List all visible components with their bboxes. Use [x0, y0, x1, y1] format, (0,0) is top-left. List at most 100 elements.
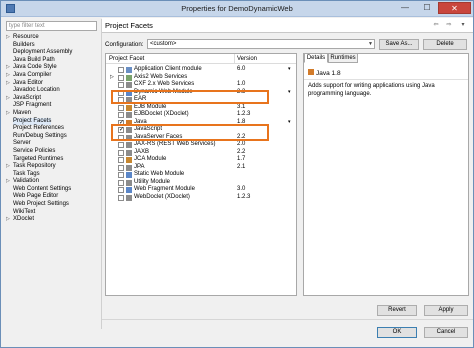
facet-version[interactable]: 3.1	[237, 104, 245, 112]
tree-item[interactable]: WikiText	[6, 209, 98, 217]
tree-item[interactable]: Builders	[6, 42, 98, 50]
expand-arrow-icon[interactable]: ▷	[6, 95, 13, 103]
chevron-down-icon[interactable]: ▾	[288, 89, 291, 97]
facet-row[interactable]: CXF 2.x Web Services 1.0	[106, 81, 296, 89]
col-version[interactable]: Version	[237, 56, 257, 62]
delete-button[interactable]: Delete	[423, 39, 467, 50]
facet-version[interactable]: 3.0	[237, 186, 245, 194]
tree-item[interactable]: Targeted Runtimes	[6, 156, 98, 164]
expand-arrow-icon[interactable]: ▷	[6, 216, 13, 224]
facet-version[interactable]: 1.7	[237, 156, 245, 164]
tree-item[interactable]: ▷ XDoclet	[6, 216, 98, 224]
tree-item[interactable]: Deployment Assembly	[6, 49, 98, 57]
facet-checkbox[interactable]	[118, 194, 124, 201]
chevron-down-icon[interactable]: ▾	[288, 66, 291, 74]
facet-checkbox[interactable]	[118, 187, 124, 193]
facet-row[interactable]: ▷ Axis2 Web Services	[106, 74, 296, 82]
facet-row[interactable]: JPA 2.1	[106, 164, 296, 172]
facet-row[interactable]: JAXB 2.2	[106, 149, 296, 157]
cancel-button[interactable]: Cancel	[424, 327, 468, 338]
tree-item[interactable]: Java Build Path	[6, 57, 98, 65]
facet-row[interactable]: Application Client module 6.0 ▾	[106, 66, 296, 74]
facet-checkbox[interactable]	[118, 67, 124, 73]
facet-row[interactable]: Utility Module	[106, 179, 296, 187]
details-panel: Details Runtimes Java 1.8 Adds support f…	[303, 53, 469, 296]
revert-button[interactable]: Revert	[377, 305, 417, 316]
facet-row[interactable]: JCA Module 1.7	[106, 156, 296, 164]
facet-checkbox[interactable]	[118, 172, 124, 178]
facet-checkbox[interactable]	[118, 74, 124, 81]
facet-checkbox[interactable]	[118, 149, 124, 156]
tab-runtimes[interactable]: Runtimes	[328, 53, 358, 63]
tree-item[interactable]: ▷ Resource	[6, 34, 98, 42]
expand-arrow-icon[interactable]: ▷	[110, 74, 114, 82]
tree-item[interactable]: Task Tags	[6, 171, 98, 179]
expand-arrow-icon[interactable]: ▷	[6, 64, 13, 72]
configuration-select[interactable]: <custom> ▼	[147, 39, 375, 49]
facet-version[interactable]: 2.2	[237, 149, 245, 157]
facet-version[interactable]: 6.0	[237, 66, 245, 74]
maximize-button[interactable]: ☐	[417, 2, 437, 14]
expand-arrow-icon[interactable]: ▷	[6, 163, 13, 171]
tree-item[interactable]: ▷ Java Compiler	[6, 72, 98, 80]
tree-item[interactable]: Project Facets	[6, 117, 98, 126]
tree-item[interactable]: ▷ JavaScript	[6, 95, 98, 103]
close-button[interactable]: ✕	[438, 2, 471, 14]
tree-item[interactable]: Javadoc Location	[6, 87, 98, 95]
expand-arrow-icon[interactable]: ▷	[6, 178, 13, 186]
tree-item[interactable]: Server	[6, 140, 98, 148]
facet-row[interactable]: Web Fragment Module 3.0	[106, 186, 296, 194]
facet-icon	[126, 172, 132, 178]
tree-item[interactable]: ▷ Maven	[6, 110, 98, 118]
tree-item-label: Deployment Assembly	[13, 49, 73, 56]
facet-row[interactable]: JAX-RS (REST Web Services) 2.0	[106, 141, 296, 149]
tree-item[interactable]: Web Page Editor	[6, 193, 98, 201]
expand-arrow-icon[interactable]: ▷	[6, 34, 13, 42]
expand-arrow-icon[interactable]: ▷	[6, 80, 13, 88]
back-icon[interactable]: ⇦	[429, 21, 443, 31]
expand-arrow-icon[interactable]: ▷	[6, 110, 13, 118]
tree-item[interactable]: ▷ Java Editor	[6, 80, 98, 88]
facet-row[interactable]: WebDoclet (XDoclet) 1.2.3	[106, 194, 296, 202]
facet-version[interactable]: 1.0	[237, 81, 245, 89]
tree-item[interactable]: Run/Debug Settings	[6, 133, 98, 141]
expand-arrow-icon[interactable]: ▷	[6, 72, 13, 80]
tree-item[interactable]: Web Content Settings	[6, 186, 98, 194]
chevron-down-icon[interactable]: ▾	[288, 119, 291, 127]
tree-item[interactable]: Project References	[6, 125, 98, 133]
facet-checkbox[interactable]	[118, 112, 124, 118]
tree-item[interactable]: Web Project Settings	[6, 201, 98, 209]
facet-name: WebDoclet (XDoclet)	[134, 193, 190, 200]
tree-item-label: JavaScript	[13, 94, 42, 101]
facet-checkbox[interactable]	[118, 179, 124, 186]
tab-details[interactable]: Details	[304, 53, 328, 63]
save-as-button[interactable]: Save As...	[379, 39, 419, 50]
minimize-button[interactable]: —	[395, 2, 415, 14]
facet-checkbox[interactable]	[118, 142, 124, 148]
tree-item[interactable]: ▷ Task Repository	[6, 163, 98, 171]
facet-checkbox[interactable]	[118, 104, 124, 111]
facet-version[interactable]: 2.1	[237, 164, 245, 172]
facet-row[interactable]: EJB Module 3.1	[106, 104, 296, 112]
facet-checkbox[interactable]	[118, 164, 124, 171]
tree-item[interactable]: ▷ Java Code Style	[6, 64, 98, 72]
apply-button[interactable]: Apply	[424, 305, 468, 316]
facet-version[interactable]: 1.2.3	[237, 194, 250, 202]
tree-item[interactable]: ▷ Validation	[6, 178, 98, 186]
tree-item[interactable]: JSP Fragment	[6, 102, 98, 110]
facet-checkbox[interactable]	[118, 82, 124, 88]
facet-version[interactable]: 1.2.3	[237, 111, 250, 119]
facet-row[interactable]: Static Web Module	[106, 171, 296, 179]
facet-version[interactable]: 2.0	[237, 141, 245, 149]
tree-item-label: Java Compiler	[13, 71, 52, 78]
facet-row[interactable]: EJBDoclet (XDoclet) 1.2.3	[106, 111, 296, 119]
col-project-facet[interactable]: Project Facet	[109, 56, 144, 62]
forward-icon[interactable]: ⇨	[442, 21, 456, 31]
tree-item[interactable]: Service Policies	[6, 148, 98, 156]
ok-button[interactable]: OK	[377, 327, 417, 338]
menu-chevron-icon[interactable]: ▾	[456, 21, 470, 31]
facet-checkbox[interactable]	[118, 157, 124, 163]
filter-input[interactable]: type filter text	[6, 21, 97, 31]
tree-item-label: Run/Debug Settings	[13, 132, 67, 139]
facet-name: EJB Module	[134, 103, 167, 110]
